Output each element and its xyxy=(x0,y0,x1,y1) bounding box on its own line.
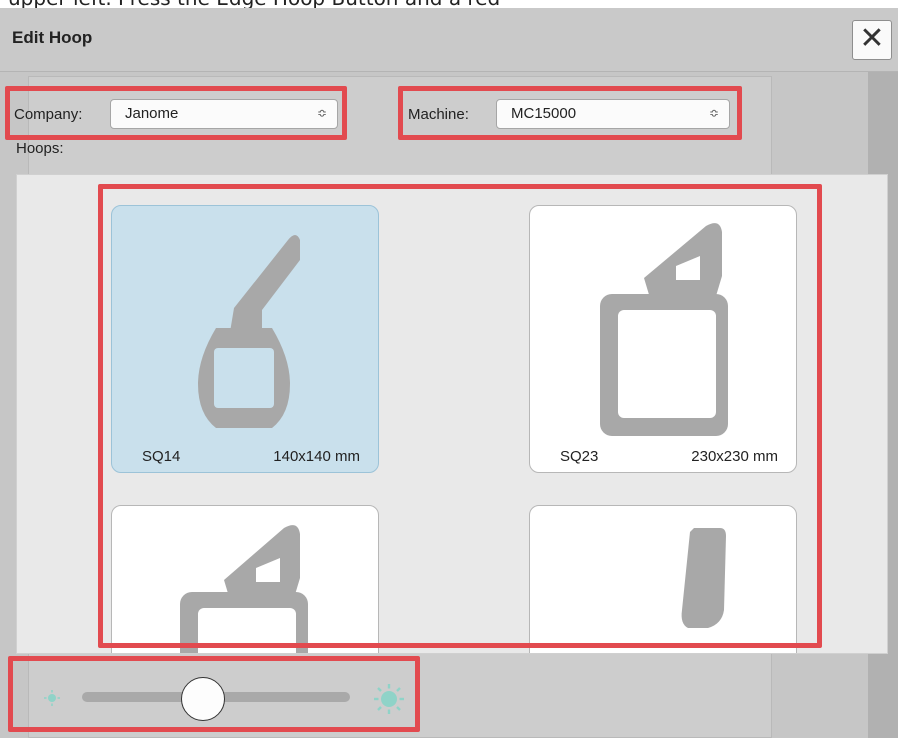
edit-hoop-dialog: Edit Hoop ✕ Company: Janome ≎ Machine: M… xyxy=(0,8,898,738)
page-top-text: upper left. Press the Edge Hoop Button a… xyxy=(8,0,500,8)
hoops-label: Hoops: xyxy=(16,140,64,157)
machine-highlight-box xyxy=(398,86,742,140)
hoops-highlight-box xyxy=(98,184,822,648)
slider-highlight-box xyxy=(8,656,420,732)
close-button[interactable]: ✕ xyxy=(852,20,892,60)
company-highlight-box xyxy=(5,86,347,140)
close-icon: ✕ xyxy=(859,22,885,55)
page-top-text-fragment: upper left. Press the Edge Hoop Button a… xyxy=(0,0,898,8)
dialog-title: Edit Hoop xyxy=(12,28,93,47)
dialog-titlebar: Edit Hoop ✕ xyxy=(0,8,898,72)
